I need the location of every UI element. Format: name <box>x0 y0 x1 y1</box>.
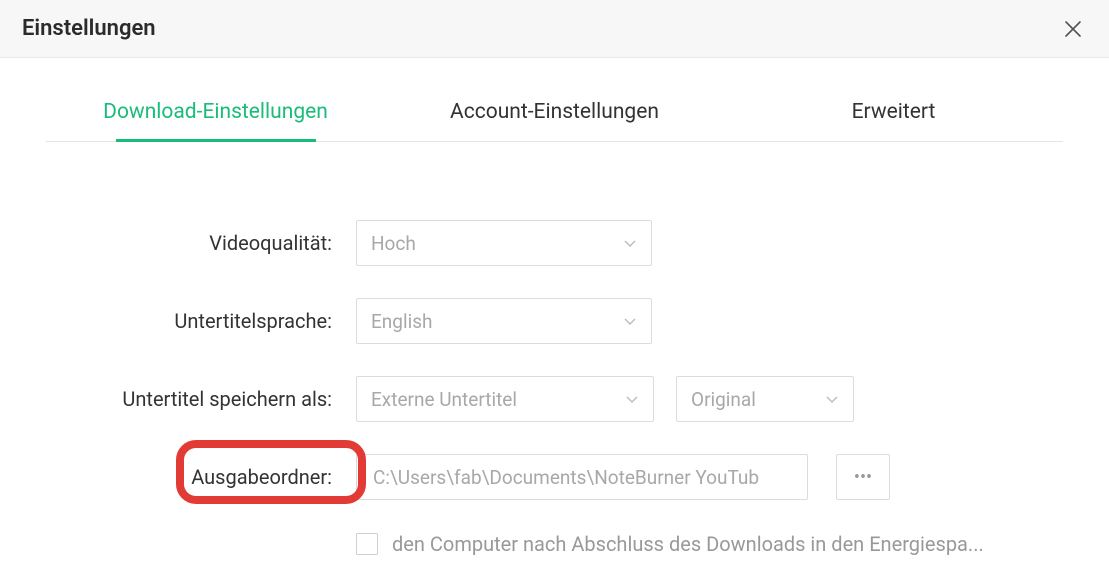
subtitle-original-select[interactable]: Original <box>676 376 854 422</box>
row-output-folder: Ausgabeordner: C:\Users\fab\Documents\No… <box>46 454 1063 500</box>
chevron-down-icon <box>625 388 639 411</box>
dialog-title: Einstellungen <box>22 16 156 41</box>
video-quality-label: Videoqualität: <box>46 231 356 255</box>
row-subtitle-save-as: Untertitel speichern als: Externe Untert… <box>46 376 1063 422</box>
output-folder-value: C:\Users\fab\Documents\NoteBurner YouTub <box>373 466 759 489</box>
chevron-down-icon <box>623 310 637 333</box>
tab-bar: Download-Einstellungen Account-Einstellu… <box>46 100 1063 142</box>
dialog-header: Einstellungen <box>0 0 1109 58</box>
browse-button[interactable]: ••• <box>836 454 890 500</box>
video-quality-select[interactable]: Hoch <box>356 220 652 266</box>
row-subtitle-language: Untertitelsprache: English <box>46 298 1063 344</box>
settings-form: Videoqualität: Hoch Untertitelsprache: E… <box>0 220 1109 556</box>
close-button[interactable] <box>1059 15 1087 43</box>
output-folder-label: Ausgabeordner: <box>46 465 356 489</box>
row-sleep-checkbox: den Computer nach Abschluss des Download… <box>46 532 1063 556</box>
subtitle-save-select[interactable]: Externe Untertitel <box>356 376 654 422</box>
subtitle-original-value: Original <box>691 388 756 411</box>
row-video-quality: Videoqualität: Hoch <box>46 220 1063 266</box>
subtitle-save-label: Untertitel speichern als: <box>46 387 356 411</box>
tab-account-settings[interactable]: Account-Einstellungen <box>385 100 724 141</box>
tab-advanced[interactable]: Erweitert <box>724 100 1063 141</box>
chevron-down-icon <box>623 232 637 255</box>
sleep-after-download-checkbox[interactable] <box>356 533 378 555</box>
subtitle-save-value: Externe Untertitel <box>371 388 517 411</box>
output-folder-field[interactable]: C:\Users\fab\Documents\NoteBurner YouTub <box>356 454 808 500</box>
chevron-down-icon <box>825 388 839 411</box>
sleep-checkbox-label: den Computer nach Abschluss des Download… <box>392 532 984 556</box>
video-quality-value: Hoch <box>371 232 416 255</box>
close-icon <box>1064 20 1082 38</box>
tab-download-settings[interactable]: Download-Einstellungen <box>46 100 385 141</box>
subtitle-language-label: Untertitelsprache: <box>46 309 356 333</box>
ellipsis-icon: ••• <box>854 467 872 488</box>
subtitle-language-select[interactable]: English <box>356 298 652 344</box>
subtitle-language-value: English <box>371 310 432 333</box>
